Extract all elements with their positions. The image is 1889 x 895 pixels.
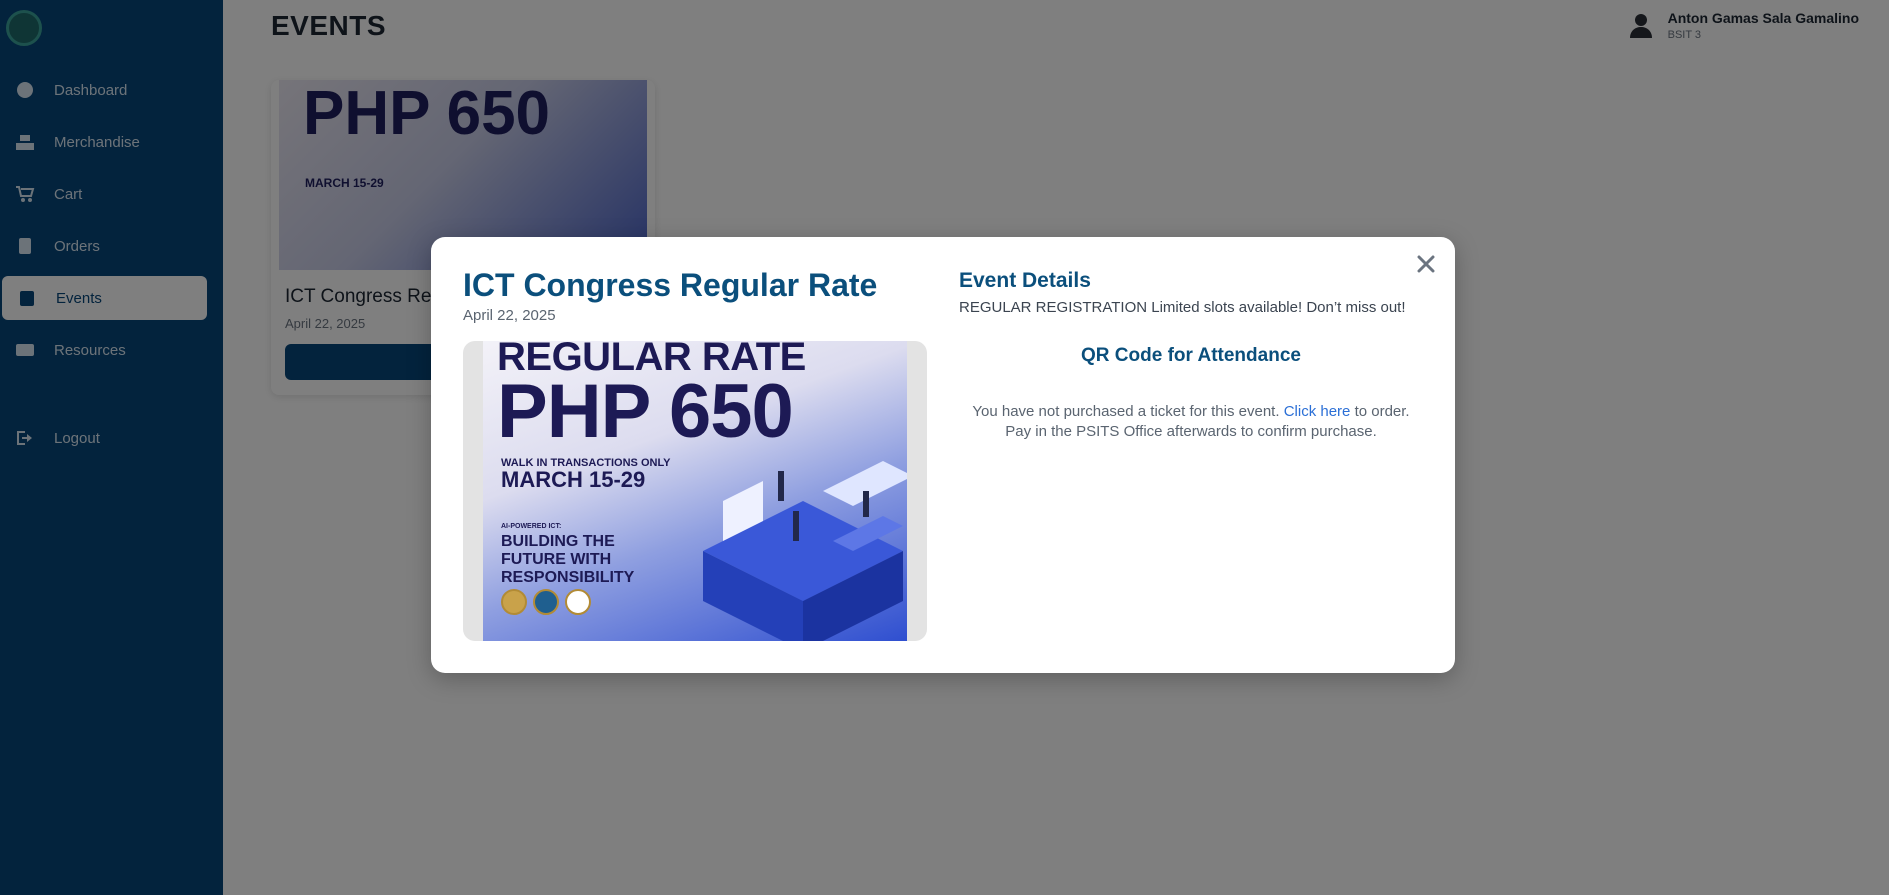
poster-theme: BUILDING THE FUTURE WITH RESPONSIBILITY (501, 533, 635, 586)
isometric-illustration (703, 461, 907, 641)
poster-image: REGULAR RATE PHP 650 WALK IN TRANSACTION… (483, 341, 907, 641)
poster-dates: MARCH 15-29 (501, 467, 646, 492)
seal-icon (501, 589, 527, 615)
poster-theme-label: AI-POWERED ICT: (501, 523, 562, 530)
close-icon (1417, 255, 1435, 273)
notice-text-end: to order. (1354, 403, 1410, 420)
notice-text: You have not purchased a ticket for this… (972, 403, 1280, 420)
event-description: REGULAR REGISTRATION Limited slots avail… (959, 299, 1406, 316)
order-link[interactable]: Click here (1284, 403, 1351, 420)
modal-date: April 22, 2025 (463, 307, 556, 324)
modal-title: ICT Congress Regular Rate (463, 267, 878, 303)
purchase-notice: You have not purchased a ticket for this… (959, 402, 1423, 442)
event-details-heading: Event Details (959, 269, 1091, 292)
qr-code-heading: QR Code for Attendance (1081, 345, 1301, 366)
seal-icon (565, 589, 591, 615)
event-modal: ICT Congress Regular Rate April 22, 2025… (431, 237, 1455, 673)
event-poster: REGULAR RATE PHP 650 WALK IN TRANSACTION… (463, 341, 927, 641)
close-button[interactable] (1413, 251, 1439, 277)
notice-line2: Pay in the PSITS Office afterwards to co… (1005, 423, 1377, 440)
seal-icon (533, 589, 559, 615)
